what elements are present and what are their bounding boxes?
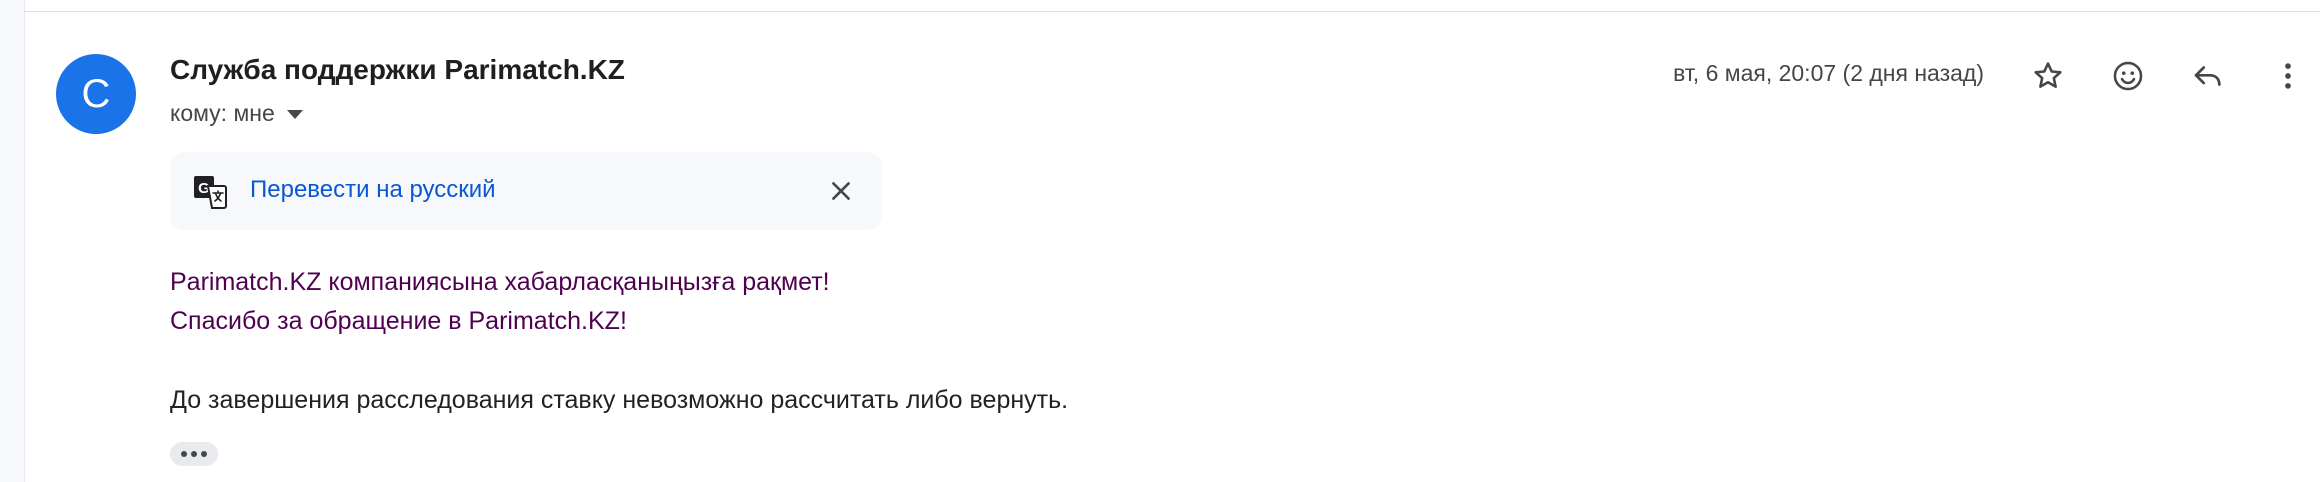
sender-avatar[interactable]: С (56, 54, 136, 134)
email-view: С Служба поддержки Parimatch.KZ кому: мн… (0, 0, 2320, 482)
translate-bar: G Перевести на русский (170, 152, 882, 230)
more-vert-icon (2285, 63, 2291, 89)
reply-button[interactable] (2186, 54, 2230, 98)
emoji-icon (2113, 61, 2143, 91)
chevron-down-icon (286, 110, 303, 119)
close-icon (832, 182, 850, 200)
recipient-label: кому: мне (170, 100, 275, 126)
reply-icon (2194, 66, 2221, 86)
sender-name[interactable]: Служба поддержки Parimatch.KZ (170, 54, 625, 86)
ellipsis-dot (191, 451, 197, 457)
top-divider (24, 11, 2320, 12)
add-reaction-button[interactable] (2106, 54, 2150, 98)
left-rail (0, 0, 25, 482)
body-line-message: До завершения расследования ставку невоз… (170, 386, 1069, 414)
ellipsis-dot (181, 451, 187, 457)
body-line-kazakh: Parimatch.KZ компаниясына хабарласқаныңы… (170, 268, 830, 296)
star-icon (2034, 62, 2062, 88)
translate-close-button[interactable] (822, 172, 860, 210)
star-button[interactable] (2026, 54, 2070, 98)
show-trimmed-content-button[interactable] (170, 442, 218, 466)
body-line-russian: Спасибо за обращение в Parimatch.KZ! (170, 307, 627, 335)
ellipsis-dot (201, 451, 207, 457)
recipient-details-toggle[interactable]: кому: мне (170, 100, 303, 127)
more-options-button[interactable] (2266, 54, 2310, 98)
avatar-letter: С (81, 71, 111, 116)
email-date: вт, 6 мая, 20:07 (2 дня назад) (1673, 60, 1984, 86)
translate-icon: G (194, 176, 227, 209)
translate-link[interactable]: Перевести на русский (250, 176, 496, 204)
